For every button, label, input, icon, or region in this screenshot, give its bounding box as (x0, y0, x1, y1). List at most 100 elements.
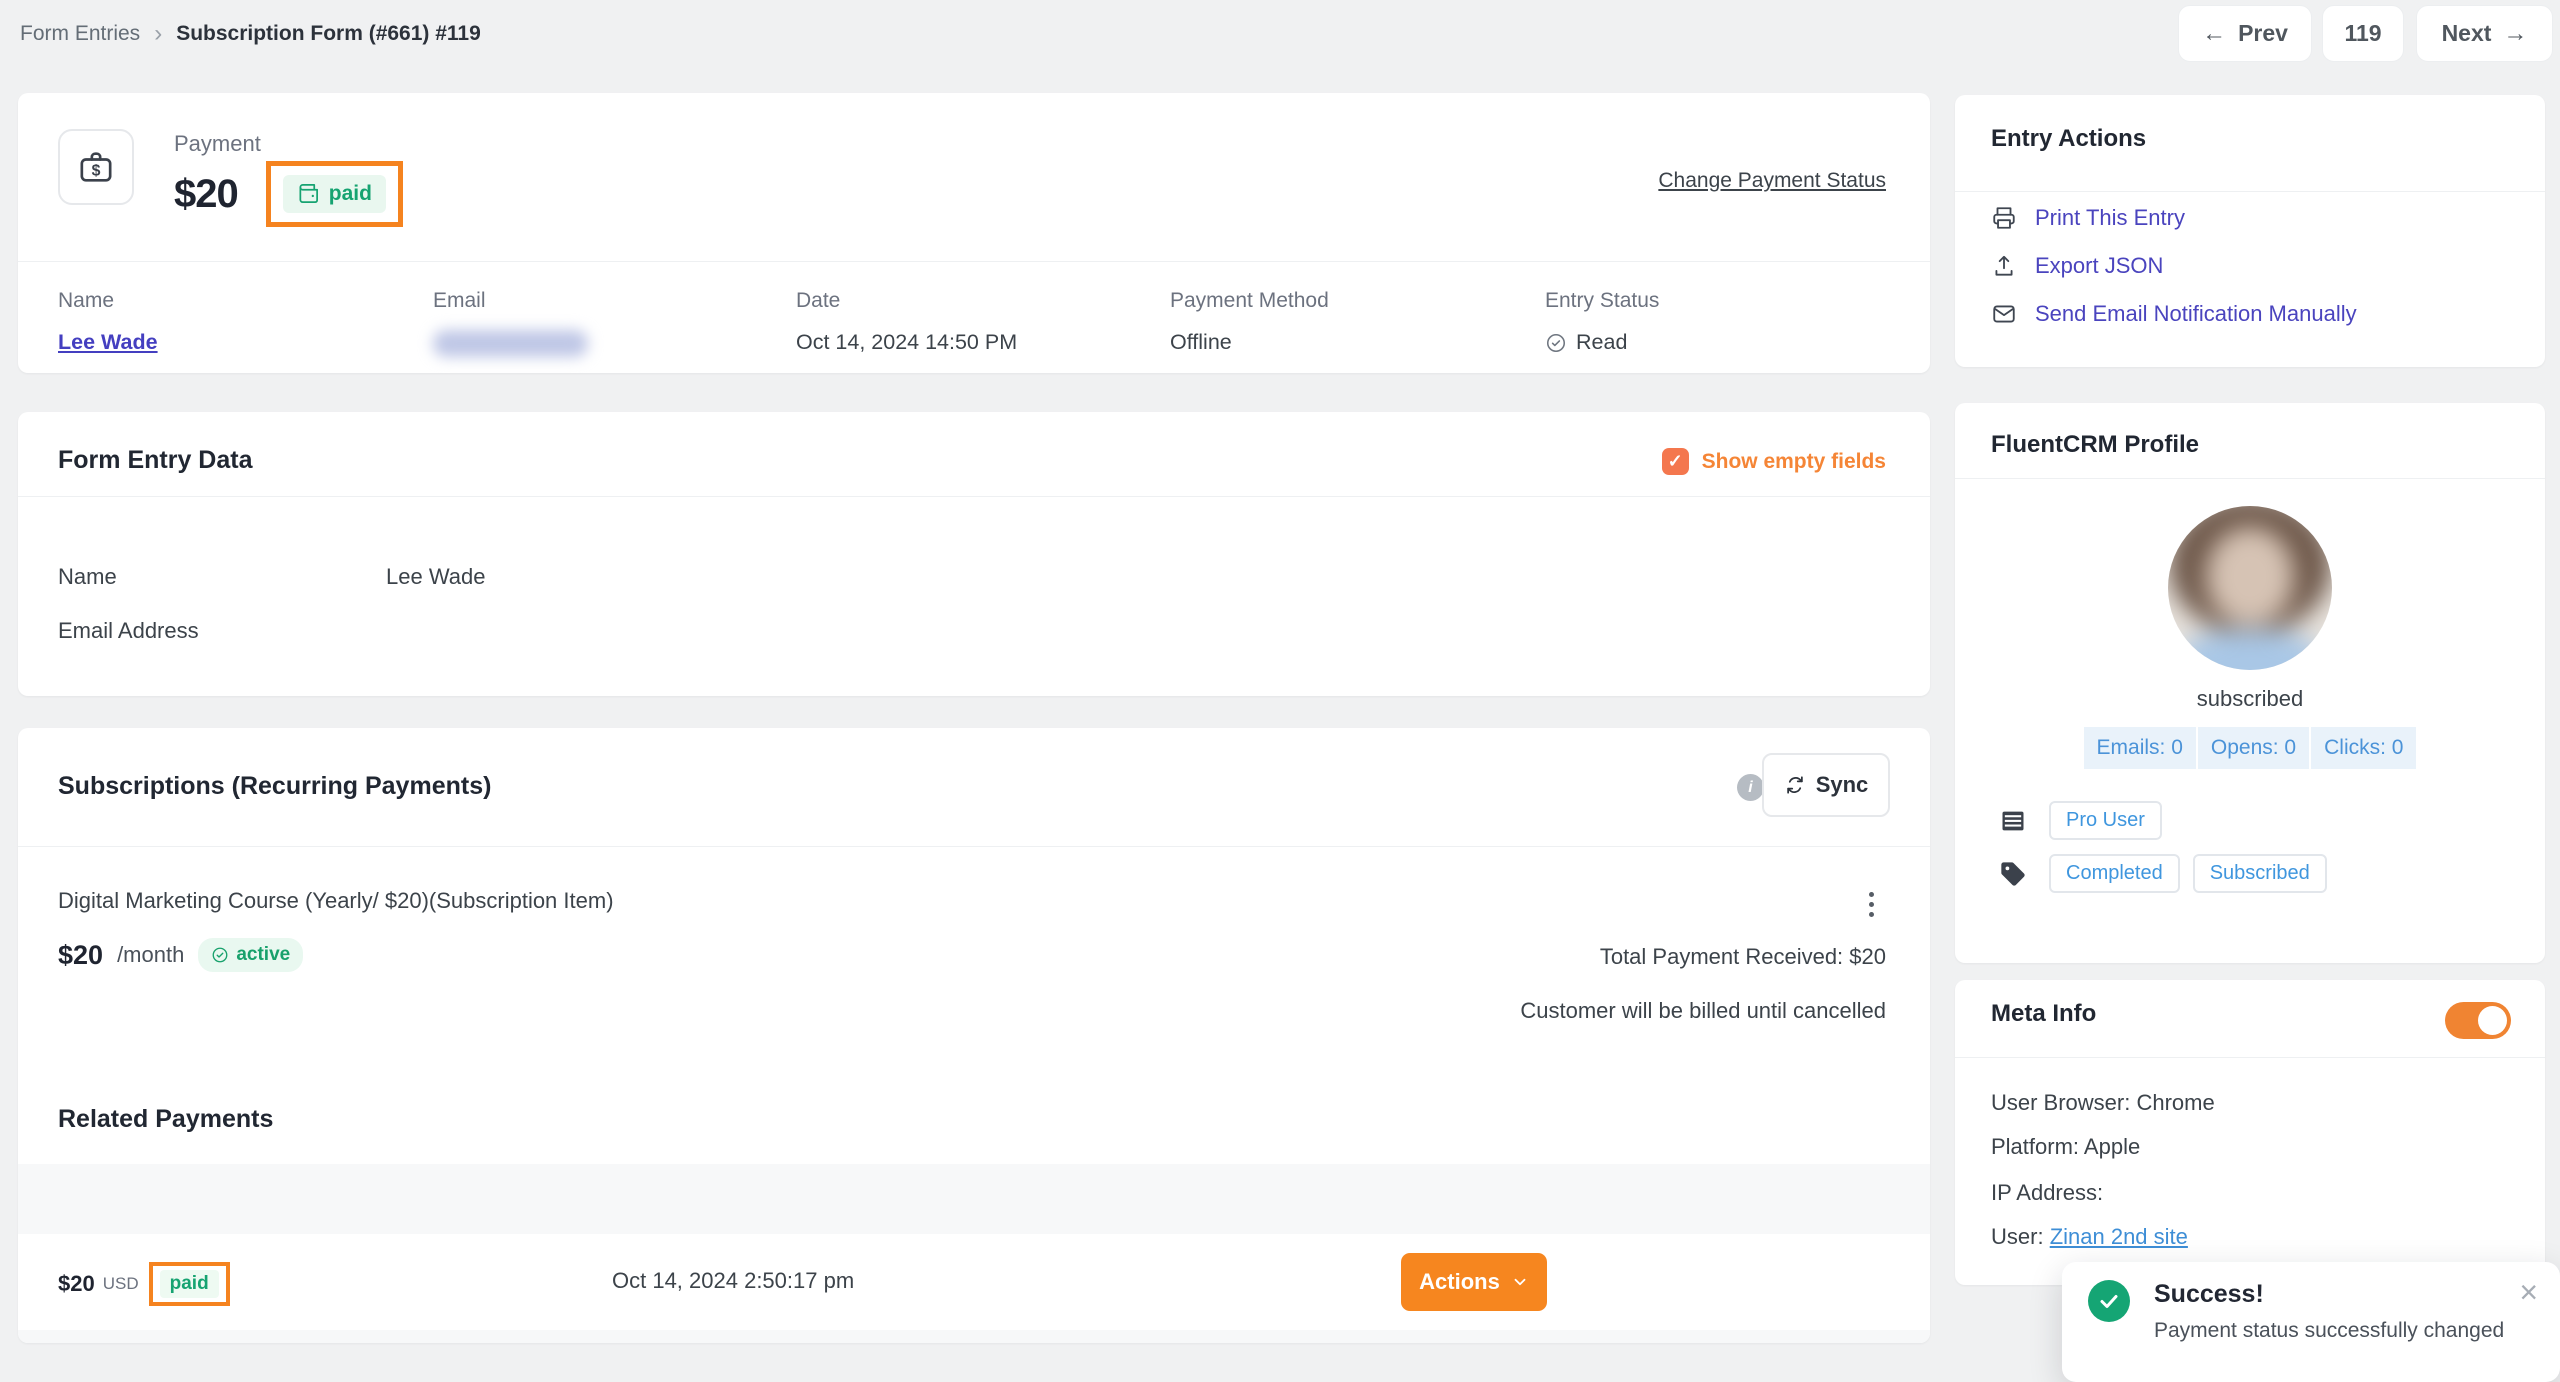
entry-actions-card: Entry Actions Print This Entry Export JS… (1955, 95, 2545, 367)
send-email-notification-link[interactable]: Send Email Notification Manually (1991, 301, 2357, 327)
divider (1955, 478, 2545, 479)
table-row: $20 USD paid Oct 14, 2024 2:50:17 pm Act… (18, 1234, 1930, 1330)
link-label: Print This Entry (2035, 205, 2185, 231)
link-label: Send Email Notification Manually (2035, 301, 2357, 327)
entry-actions-title: Entry Actions (1991, 125, 2146, 153)
blurred-email-value (433, 330, 588, 357)
subscription-interval: /month (117, 942, 184, 968)
meta-user-link[interactable]: Zinan 2nd site (2050, 1224, 2188, 1249)
row-currency: USD (103, 1274, 139, 1294)
fluentcrm-profile-card: FluentCRM Profile subscribed Emails: 0 O… (1955, 403, 2545, 963)
right-arrow-icon: → (2503, 20, 2527, 48)
subscription-item-name: Digital Marketing Course (Yearly/ $20)(S… (58, 888, 614, 914)
entry-row-label: Name (58, 564, 117, 590)
crm-tag-chip[interactable]: Subscribed (2193, 854, 2327, 893)
meta-ip-address: IP Address: (1991, 1180, 2103, 1206)
total-payment-received: Total Payment Received: $20 (1600, 944, 1886, 970)
change-payment-status-link[interactable]: Change Payment Status (1658, 169, 1886, 193)
success-toast: Success! Payment status successfully cha… (2062, 1262, 2560, 1382)
meta-user-label: User: (1991, 1224, 2044, 1249)
payment-amount: $20 (174, 172, 238, 217)
field-label: Date (796, 289, 1017, 313)
prev-label: Prev (2238, 20, 2288, 47)
sync-icon (1784, 774, 1806, 796)
customer-name-link[interactable]: Lee Wade (58, 330, 158, 355)
wallet-icon (297, 183, 320, 206)
envelope-icon (1991, 301, 2017, 327)
meta-info-card: Meta Info User Browser: Chrome Platform:… (1955, 980, 2545, 1285)
next-button[interactable]: Next → (2416, 5, 2553, 62)
field-value: Offline (1170, 330, 1329, 355)
divider (18, 496, 1930, 497)
meta-user-browser: User Browser: Chrome (1991, 1090, 2215, 1116)
field-name: Name Lee Wade (58, 289, 158, 355)
payment-summary-card: $ Payment $20 paid Change Pay (18, 93, 1930, 373)
chevron-down-icon (1511, 1273, 1529, 1291)
breadcrumb-form-entries[interactable]: Form Entries (20, 22, 140, 46)
svg-text:$: $ (92, 162, 101, 179)
prev-button[interactable]: ← Prev (2178, 5, 2312, 62)
payment-label: Payment (174, 131, 403, 157)
export-json-link[interactable]: Export JSON (1991, 253, 2163, 279)
emails-stat[interactable]: Emails: 0 (2084, 727, 2196, 769)
sync-label: Sync (1816, 772, 1869, 798)
payment-status-badge: paid (283, 175, 386, 213)
crm-list-chip[interactable]: Pro User (2049, 801, 2162, 840)
actions-button[interactable]: Actions (1401, 1253, 1547, 1311)
related-payments-title: Related Payments (58, 1105, 273, 1134)
entry-row-value: Lee Wade (386, 564, 485, 590)
form-entry-data-card: Form Entry Data ✓ Show empty fields Name… (18, 412, 1930, 696)
entry-row-label: Email Address (58, 618, 199, 644)
fluentcrm-profile-title: FluentCRM Profile (1991, 431, 2199, 459)
crm-tag-chip[interactable]: Completed (2049, 854, 2180, 893)
table-footer-strip (18, 1330, 1930, 1343)
divider (1955, 1057, 2545, 1058)
print-this-entry-link[interactable]: Print This Entry (1991, 205, 2185, 231)
clicks-stat[interactable]: Clicks: 0 (2311, 727, 2416, 769)
chevron-right-icon: › (154, 20, 162, 48)
actions-label: Actions (1419, 1269, 1500, 1295)
highlight-box: paid (266, 161, 403, 227)
list-icon (1999, 807, 2027, 835)
avatar (2168, 506, 2332, 670)
entry-number-button[interactable]: 119 (2322, 5, 2404, 62)
field-entry-status: Entry Status Read (1545, 289, 1659, 355)
checkbox-checked-icon[interactable]: ✓ (1662, 448, 1689, 475)
row-date: Oct 14, 2024 2:50:17 pm (612, 1268, 854, 1294)
sync-button[interactable]: Sync (1762, 753, 1890, 817)
subscription-status-badge: active (198, 938, 303, 972)
crm-subscription-status: subscribed (1955, 686, 2545, 712)
check-circle-icon (1545, 332, 1567, 354)
field-label: Payment Method (1170, 289, 1329, 313)
meta-info-title: Meta Info (1991, 1000, 2096, 1028)
info-icon[interactable]: i (1737, 774, 1764, 801)
meta-info-toggle[interactable] (2445, 1002, 2511, 1039)
next-label: Next (2442, 20, 2492, 47)
crm-stats: Emails: 0 Opens: 0 Clicks: 0 (1955, 727, 2545, 769)
opens-stat[interactable]: Opens: 0 (2198, 727, 2309, 769)
field-date: Date Oct 14, 2024 14:50 PM (796, 289, 1017, 355)
field-email: Email (433, 289, 588, 357)
payment-briefcase-icon: $ (58, 129, 134, 205)
row-status-badge: paid (160, 1270, 219, 1298)
tag-icon (1999, 860, 2027, 888)
breadcrumb-current: Subscription Form (#661) #119 (176, 22, 481, 46)
divider (1955, 191, 2545, 192)
divider (18, 261, 1930, 262)
field-label: Entry Status (1545, 289, 1659, 313)
show-empty-fields-toggle[interactable]: ✓ Show empty fields (1662, 448, 1886, 475)
close-icon[interactable]: × (2519, 1276, 2538, 1308)
field-label: Email (433, 289, 588, 313)
success-check-icon (2088, 1280, 2130, 1322)
subscription-price: $20 (58, 940, 103, 971)
meta-user: User: Zinan 2nd site (1991, 1224, 2188, 1250)
divider (18, 846, 1930, 847)
entry-status-value: Read (1576, 330, 1627, 355)
link-label: Export JSON (2035, 253, 2163, 279)
toast-title: Success! (2154, 1280, 2264, 1309)
show-empty-fields-label: Show empty fields (1702, 450, 1886, 474)
form-entry-data-title: Form Entry Data (58, 446, 252, 475)
kebab-menu-icon[interactable] (1863, 886, 1880, 923)
payment-status-text: paid (329, 182, 372, 206)
field-value: Oct 14, 2024 14:50 PM (796, 330, 1017, 355)
